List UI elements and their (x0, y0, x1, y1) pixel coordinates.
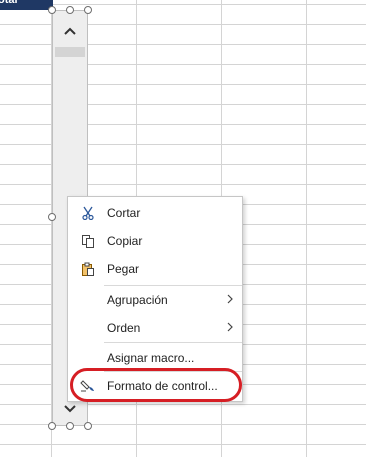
scissors-icon (80, 205, 96, 221)
menu-item-orden[interactable]: Orden (68, 316, 242, 340)
menu-item-label: Orden (107, 321, 141, 335)
menu-item-label: Cortar (107, 206, 141, 220)
menu-item-formato-de-control[interactable]: Formato de control... (68, 374, 242, 398)
chevron-up-icon (64, 27, 76, 35)
scroll-thumb[interactable] (55, 47, 85, 57)
menu-item-agrupacion[interactable]: Agrupación (68, 288, 242, 312)
menu-separator (104, 371, 242, 372)
selection-handle[interactable] (66, 6, 74, 14)
menu-item-label: Agrupación (107, 293, 168, 307)
paste-icon (80, 261, 96, 277)
scroll-up-button[interactable] (53, 21, 87, 41)
menu-separator (104, 342, 242, 343)
context-menu: Cortar Copiar Pegar Agrupación Orden Asi… (67, 196, 243, 402)
menu-item-label: Formato de control... (107, 379, 218, 393)
menu-item-label: Pegar (107, 262, 140, 276)
chevron-right-icon (227, 293, 234, 307)
menu-item-asignar-macro[interactable]: Asignar macro... (68, 346, 242, 370)
selection-handle[interactable] (48, 213, 56, 221)
menu-separator (104, 285, 242, 286)
selection-handle[interactable] (84, 6, 92, 14)
chevron-down-icon (64, 405, 76, 413)
menu-item-pegar[interactable]: Pegar (68, 257, 242, 281)
copy-icon (80, 233, 96, 249)
menu-item-cortar[interactable]: Cortar (68, 201, 242, 225)
header-cell: otal (0, 0, 53, 10)
format-control-icon (80, 378, 96, 394)
menu-item-label: Copiar (107, 234, 143, 248)
selection-handle[interactable] (66, 422, 74, 430)
menu-item-copiar[interactable]: Copiar (68, 229, 242, 253)
header-cell-text: otal (0, 0, 18, 6)
selection-handle[interactable] (48, 6, 56, 14)
selection-handle[interactable] (48, 422, 56, 430)
scroll-down-button[interactable] (53, 399, 87, 419)
menu-item-label: Asignar macro... (107, 351, 195, 365)
chevron-right-icon (227, 321, 234, 335)
selection-handle[interactable] (84, 422, 92, 430)
